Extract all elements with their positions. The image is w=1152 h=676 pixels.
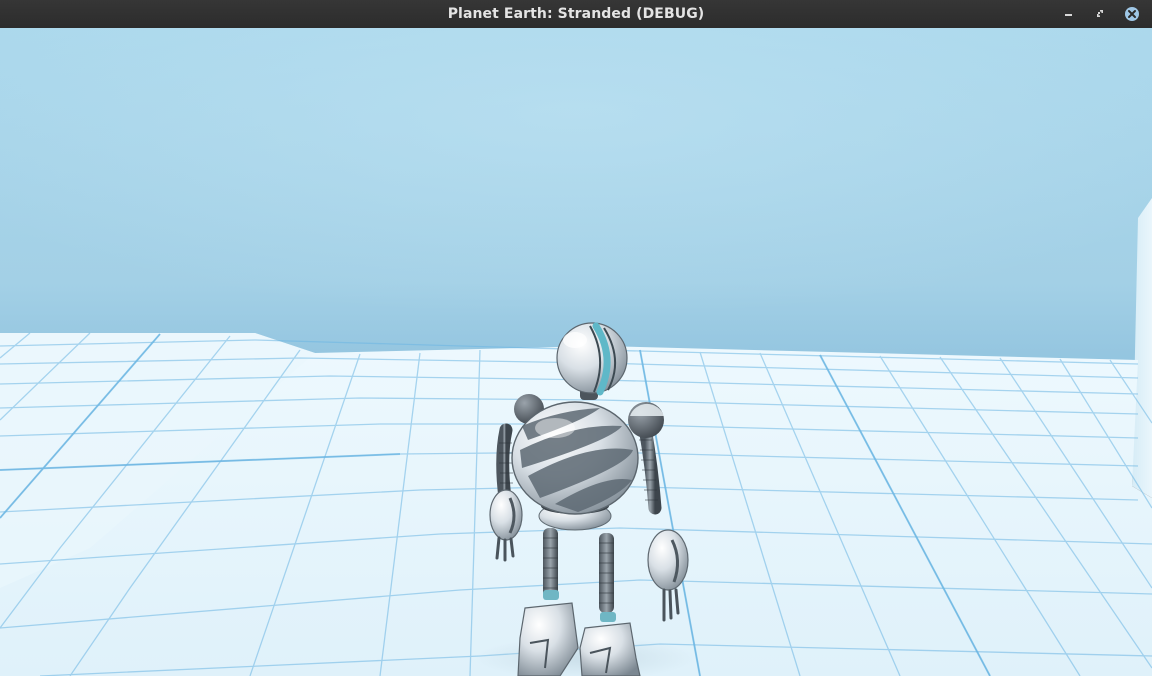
restore-icon [1097,10,1103,17]
robot-head [556,322,628,394]
robot-left-leg [543,528,558,600]
window-title: Planet Earth: Stranded (DEBUG) [447,6,705,22]
sky-glow [0,28,1152,368]
robot-left-ankle [543,590,559,600]
robot-left-forearm [489,489,523,541]
robot-right-ankle [600,612,616,622]
close-button[interactable] [1124,6,1140,22]
minimize-icon [1065,14,1072,16]
game-viewport[interactable] [0,28,1152,676]
robot-right-forearm [647,529,689,591]
game-window: Planet Earth: Stranded (DEBUG) [0,0,1152,676]
title-bar[interactable]: Planet Earth: Stranded (DEBUG) [0,0,1152,29]
close-icon [1125,7,1139,21]
scene-render[interactable] [0,28,1152,676]
restore-button[interactable] [1092,6,1108,22]
minimize-button[interactable] [1061,6,1077,22]
robot-left-arm [496,423,513,505]
